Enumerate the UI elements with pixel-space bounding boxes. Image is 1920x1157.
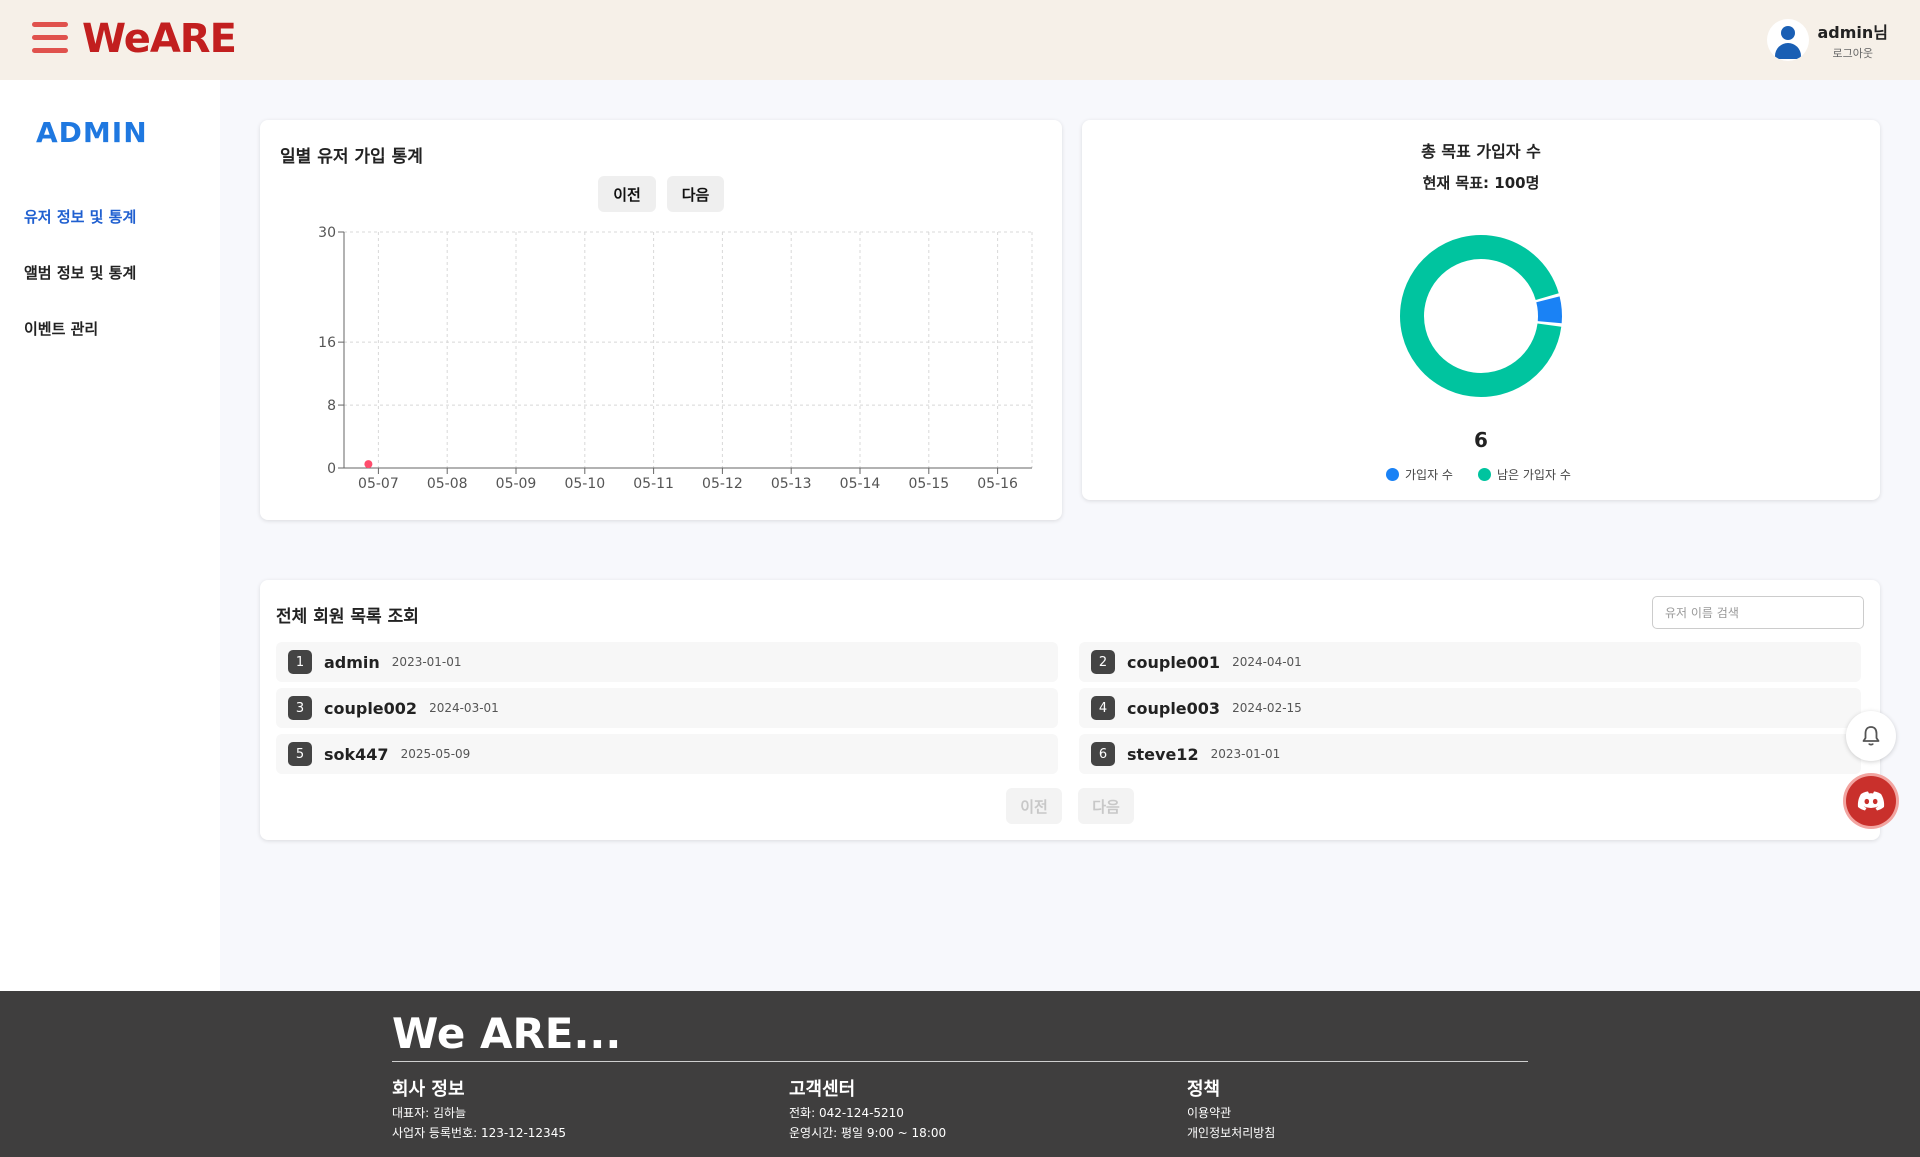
member-row[interactable]: 5 sok447 2025-05-09	[276, 734, 1058, 774]
footer-divider	[392, 1061, 1528, 1062]
menu-icon[interactable]	[32, 22, 68, 54]
member-date: 2023-01-01	[391, 655, 462, 669]
user-name: admin님	[1817, 23, 1888, 42]
y-tick-label: 30	[318, 225, 336, 241]
logout-link[interactable]: 로그아웃	[1817, 45, 1888, 61]
legend-remaining-label: 남은 가입자 수	[1497, 468, 1571, 482]
member-number: 3	[288, 696, 312, 720]
chart-next-button[interactable]: 다음	[667, 176, 724, 212]
y-tick-label: 0	[327, 461, 336, 477]
x-tick-label: 05-07	[358, 476, 399, 492]
footer: We ARE... 회사 정보 대표자: 김하늘 사업자 등록번호: 123-1…	[0, 991, 1920, 1157]
top-header: WeARE admin님 로그아웃	[0, 0, 1920, 80]
footer-company-title: 회사 정보	[392, 1079, 465, 1100]
member-name: couple003	[1127, 698, 1221, 718]
member-row[interactable]: 3 couple002 2024-03-01	[276, 688, 1058, 728]
x-tick-label: 05-16	[977, 476, 1018, 492]
footer-support-phone: 전화: 042-124-5210	[789, 1106, 904, 1120]
member-number: 5	[288, 742, 312, 766]
member-number: 2	[1091, 650, 1115, 674]
member-date: 2024-04-01	[1232, 655, 1302, 669]
sidebar-item-user-stats[interactable]: 유저 정보 및 통계	[24, 206, 136, 227]
member-name: sok447	[324, 744, 389, 764]
legend-signups: 가입자 수	[1386, 466, 1453, 483]
user-avatar-icon[interactable]	[1767, 19, 1810, 61]
daily-chart-title: 일별 유저 가입 통계	[280, 147, 423, 167]
x-tick-label: 05-15	[908, 476, 949, 492]
member-prev-button[interactable]: 이전	[1006, 788, 1062, 824]
user-info: admin님 로그아웃	[1817, 19, 1888, 61]
current-goal-text: 현재 목표: 100명	[1422, 174, 1540, 192]
y-tick-label: 16	[318, 335, 336, 351]
member-date: 2024-02-15	[1232, 701, 1302, 715]
member-row[interactable]: 6 steve12 2023-01-01	[1079, 734, 1861, 774]
app-logo[interactable]: WeARE	[82, 16, 237, 62]
data-point	[364, 460, 373, 469]
footer-support-title: 고객센터	[789, 1079, 856, 1100]
member-number: 1	[288, 650, 312, 674]
member-name: couple001	[1127, 652, 1221, 672]
member-date: 2024-03-01	[429, 701, 499, 715]
member-number: 6	[1091, 742, 1115, 766]
sidebar: ADMIN 유저 정보 및 통계 앨범 정보 및 통계 이벤트 관리	[0, 80, 220, 991]
member-row[interactable]: 2 couple001 2024-04-01	[1079, 642, 1861, 682]
legend-blue-dot	[1386, 468, 1399, 481]
daily-signup-chart: 0 8 16 30 05-07 05-08 05-09 05-10 05-11 05-12 05-1…	[318, 225, 1033, 492]
y-tick-label: 8	[327, 398, 336, 414]
user-search-input[interactable]	[1652, 596, 1864, 629]
donut-center-value: 6	[1474, 428, 1488, 452]
member-number: 4	[1091, 696, 1115, 720]
user-area: admin님 로그아웃	[1767, 18, 1888, 62]
legend-remaining: 남은 가입자 수	[1478, 466, 1571, 483]
member-next-button[interactable]: 다음	[1078, 788, 1134, 824]
member-name: admin	[324, 652, 380, 672]
x-tick-label: 05-14	[840, 476, 881, 492]
x-tick-label: 05-13	[771, 476, 812, 492]
footer-policy-title: 정책	[1187, 1079, 1221, 1100]
footer-logo: We ARE...	[392, 1009, 622, 1058]
goal-card: 총 목표 가입자 수 현재 목표: 100명 6 가입자 수 남은 가입자 수	[1082, 120, 1880, 500]
member-list-title: 전체 회원 목록 조회	[276, 607, 419, 627]
member-row[interactable]: 4 couple003 2024-02-15	[1079, 688, 1861, 728]
member-list-card: 전체 회원 목록 조회 1 admin 2023-01-01 2 couple0…	[260, 580, 1880, 840]
daily-signup-card: 일별 유저 가입 통계 이전 다음 0 8 16 30 05-07 05-08 05-09 0…	[260, 120, 1062, 520]
chart-prev-button[interactable]: 이전	[598, 176, 656, 212]
member-name: couple002	[324, 698, 418, 718]
sidebar-item-album-stats[interactable]: 앨범 정보 및 통계	[24, 262, 136, 283]
legend-signups-label: 가입자 수	[1405, 468, 1453, 482]
footer-company-reg: 사업자 등록번호: 123-12-12345	[392, 1126, 566, 1140]
member-date: 2023-01-01	[1210, 747, 1281, 761]
footer-terms-link[interactable]: 이용약관	[1187, 1104, 1231, 1121]
x-tick-label: 05-09	[496, 476, 537, 492]
notification-bell-icon[interactable]	[1846, 711, 1896, 761]
discord-icon[interactable]	[1846, 776, 1896, 826]
x-tick-label: 05-12	[702, 476, 743, 492]
footer-privacy-link[interactable]: 개인정보처리방침	[1187, 1124, 1275, 1141]
legend-green-dot	[1478, 468, 1491, 481]
donut-slice-remaining	[1400, 235, 1562, 397]
goal-title: 총 목표 가입자 수	[1421, 142, 1541, 161]
member-date: 2025-05-09	[400, 747, 471, 761]
x-tick-label: 05-11	[633, 476, 674, 492]
member-name: steve12	[1127, 744, 1199, 764]
footer-company-ceo: 대표자: 김하늘	[392, 1106, 467, 1120]
sidebar-title: ADMIN	[36, 116, 148, 149]
goal-donut-chart	[1400, 235, 1562, 397]
x-tick-label: 05-10	[564, 476, 605, 492]
x-tick-label: 05-08	[427, 476, 468, 492]
sidebar-item-event-management[interactable]: 이벤트 관리	[24, 318, 98, 339]
footer-support-hours: 운영시간: 평일 9:00 ~ 18:00	[789, 1126, 947, 1140]
member-row[interactable]: 1 admin 2023-01-01	[276, 642, 1058, 682]
